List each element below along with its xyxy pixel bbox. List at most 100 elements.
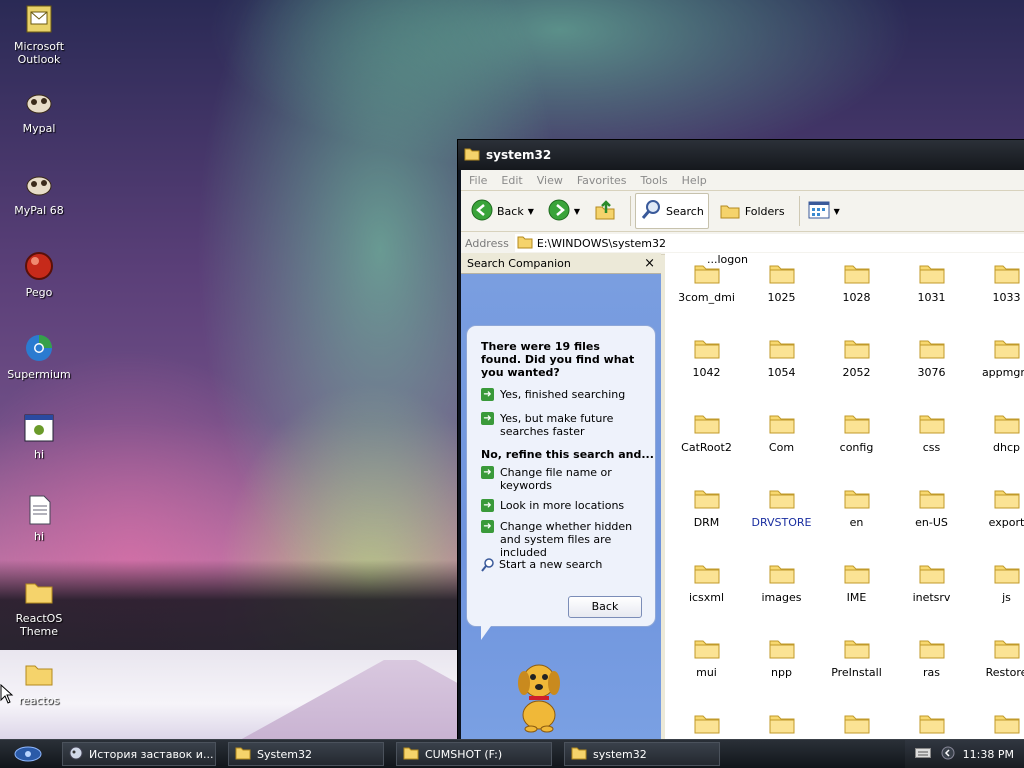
folder-icon bbox=[843, 261, 871, 285]
file-item[interactable]: inetsrv bbox=[894, 561, 969, 604]
folder-icon bbox=[843, 486, 871, 510]
file-item[interactable]: css bbox=[894, 411, 969, 454]
desktop-icon-reactos-theme[interactable]: ReactOS Theme bbox=[1, 576, 77, 638]
desktop-icon-label: Pego bbox=[25, 286, 53, 299]
file-item[interactable]: mui bbox=[669, 636, 744, 679]
start-button[interactable] bbox=[6, 743, 50, 765]
folder-icon[interactable] bbox=[819, 711, 894, 740]
green-arrow-icon: ➜ bbox=[481, 388, 494, 401]
file-label: DRVSTORE bbox=[751, 516, 812, 529]
option-hidden-files[interactable]: ➜ Change whether hidden and system files… bbox=[481, 520, 651, 559]
option-faster-searches[interactable]: ➜ Yes, but make future searches faster bbox=[481, 412, 651, 438]
file-item[interactable]: 2052 bbox=[819, 336, 894, 379]
search-button[interactable]: Search bbox=[635, 193, 709, 229]
file-item[interactable]: config bbox=[819, 411, 894, 454]
file-item[interactable]: PreInstall bbox=[819, 636, 894, 679]
file-item[interactable]: DRVSTORE bbox=[744, 486, 819, 529]
window-titlebar[interactable]: system32 bbox=[458, 140, 1024, 170]
search-back-button[interactable]: Back bbox=[568, 596, 642, 618]
dropdown-arrow-icon[interactable]: ▼ bbox=[834, 207, 840, 216]
folders-button[interactable]: Folders bbox=[715, 194, 789, 228]
desktop-icon-hi-text[interactable]: hi bbox=[1, 494, 77, 543]
menu-help[interactable]: Help bbox=[682, 174, 707, 187]
file-label: npp bbox=[771, 666, 792, 679]
file-item[interactable]: 3076 bbox=[894, 336, 969, 379]
close-icon[interactable]: × bbox=[644, 256, 655, 271]
file-item[interactable]: 1031 bbox=[894, 261, 969, 304]
file-list-pane[interactable]: ...logon 3com_dmi 1025 1028 1031 1033 1042 105… bbox=[665, 253, 1024, 740]
search-dog-icon[interactable] bbox=[509, 655, 569, 733]
file-item[interactable]: ras bbox=[894, 636, 969, 679]
browser-icon bbox=[69, 746, 83, 763]
address-field[interactable]: E:\WINDOWS\system32 bbox=[514, 234, 1024, 252]
file-item[interactable]: DRM bbox=[669, 486, 744, 529]
file-item[interactable]: icsxml bbox=[669, 561, 744, 604]
file-item[interactable]: appmgm bbox=[969, 336, 1024, 379]
task-system32-1[interactable]: System32 bbox=[228, 742, 384, 766]
file-item[interactable]: 1033 bbox=[969, 261, 1024, 304]
file-item[interactable]: 3com_dmi bbox=[669, 261, 744, 304]
file-label: css bbox=[922, 441, 941, 454]
folder-icon bbox=[843, 561, 871, 585]
file-label: IME bbox=[846, 591, 867, 604]
task-system32-2[interactable]: system32 bbox=[564, 742, 720, 766]
desktop-icon-supermium[interactable]: Supermium bbox=[1, 332, 77, 381]
back-button[interactable]: Back ▼ bbox=[467, 194, 538, 228]
dropdown-arrow-icon[interactable]: ▼ bbox=[528, 207, 534, 216]
option-finished-searching[interactable]: ➜ Yes, finished searching bbox=[481, 388, 651, 401]
file-item[interactable]: images bbox=[744, 561, 819, 604]
file-item[interactable]: IME bbox=[819, 561, 894, 604]
keyboard-icon[interactable] bbox=[914, 747, 931, 761]
file-item[interactable]: dhcp bbox=[969, 411, 1024, 454]
folder-icon bbox=[993, 636, 1021, 660]
menu-edit[interactable]: Edit bbox=[501, 174, 522, 187]
forward-button[interactable]: ▼ bbox=[544, 194, 584, 228]
file-item[interactable]: export bbox=[969, 486, 1024, 529]
up-folder-button[interactable] bbox=[590, 194, 620, 228]
file-item[interactable]: Restore bbox=[969, 636, 1024, 679]
clock[interactable]: 11:38 PM bbox=[963, 748, 1014, 761]
file-item[interactable]: 1028 bbox=[819, 261, 894, 304]
pego-icon bbox=[23, 250, 55, 282]
desktop-icon-mypal68[interactable]: MyPal 68 bbox=[1, 168, 77, 217]
menu-view[interactable]: View bbox=[537, 174, 563, 187]
file-label: js bbox=[1002, 591, 1011, 604]
file-item[interactable]: 1042 bbox=[669, 336, 744, 379]
option-new-search[interactable]: Start a new search bbox=[481, 558, 651, 575]
option-label: Look in more locations bbox=[500, 499, 625, 512]
file-label: icsxml bbox=[688, 591, 725, 604]
folder-icon bbox=[768, 261, 796, 285]
back-arrow-icon bbox=[471, 199, 493, 224]
outlook-icon bbox=[23, 4, 55, 36]
folder-icon[interactable] bbox=[744, 711, 819, 740]
search-companion-title: Search Companion bbox=[467, 256, 571, 270]
chevron-left-icon[interactable] bbox=[941, 746, 955, 763]
file-item[interactable]: 1025 bbox=[744, 261, 819, 304]
desktop-icon-hi-program[interactable]: hi bbox=[1, 412, 77, 461]
option-label: Start a new search bbox=[499, 558, 603, 571]
views-button[interactable]: ▼ bbox=[804, 194, 844, 228]
menu-file[interactable]: File bbox=[469, 174, 487, 187]
file-item[interactable]: Com bbox=[744, 411, 819, 454]
dropdown-arrow-icon[interactable]: ▼ bbox=[574, 207, 580, 216]
file-item[interactable]: 1054 bbox=[744, 336, 819, 379]
menu-favorites[interactable]: Favorites bbox=[577, 174, 627, 187]
task-browser[interactable]: История заставок и... bbox=[62, 742, 216, 766]
file-item[interactable]: npp bbox=[744, 636, 819, 679]
folder-icon[interactable] bbox=[969, 711, 1024, 740]
file-item[interactable]: en bbox=[819, 486, 894, 529]
folder-icon[interactable] bbox=[669, 711, 744, 740]
task-cumshot-drive[interactable]: CUMSHOT (F:) bbox=[396, 742, 552, 766]
file-item[interactable]: CatRoot2 bbox=[669, 411, 744, 454]
address-bar: Address E:\WINDOWS\system32 bbox=[461, 232, 1024, 255]
explorer-window[interactable]: system32 File Edit View Favorites Tools … bbox=[457, 139, 1024, 741]
desktop-icon-mypal[interactable]: Mypal bbox=[1, 86, 77, 135]
option-more-locations[interactable]: ➜ Look in more locations bbox=[481, 499, 651, 512]
file-item[interactable]: js bbox=[969, 561, 1024, 604]
desktop-icon-pego[interactable]: Pego bbox=[1, 250, 77, 299]
desktop-icon-outlook[interactable]: Microsoft Outlook bbox=[1, 4, 77, 66]
folder-icon[interactable] bbox=[894, 711, 969, 740]
option-change-file-name[interactable]: ➜ Change file name or keywords bbox=[481, 466, 651, 492]
menu-tools[interactable]: Tools bbox=[641, 174, 668, 187]
file-item[interactable]: en-US bbox=[894, 486, 969, 529]
